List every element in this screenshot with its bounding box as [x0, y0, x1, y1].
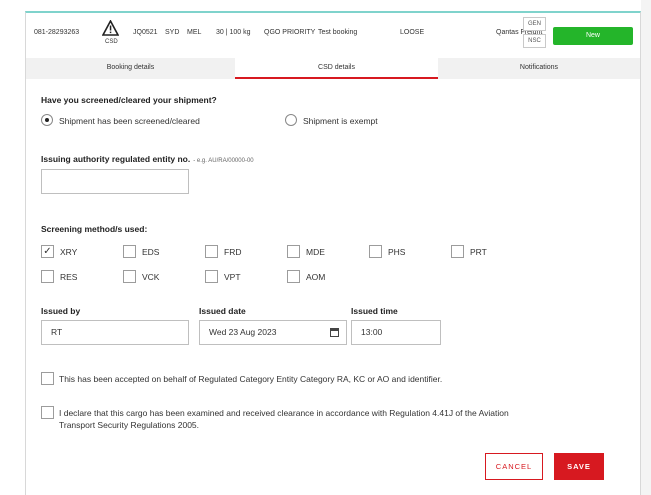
flight-number: JQ0521: [133, 29, 158, 36]
authority-number-input[interactable]: [41, 169, 189, 194]
origin: SYD: [165, 29, 180, 36]
awb-number: 081-28293263: [34, 29, 80, 36]
tab-notifications[interactable]: Notifications: [438, 58, 640, 79]
method-mde-label: MDE: [306, 247, 325, 257]
issued-time-input[interactable]: 13:00: [351, 320, 441, 345]
accepted-text: This has been accepted on behalf of Regu…: [59, 374, 443, 384]
method-eds-checkbox[interactable]: [123, 245, 136, 258]
method-res-checkbox[interactable]: [41, 270, 54, 283]
method-vpt-checkbox[interactable]: [205, 270, 218, 283]
method-vpt-label: VPT: [224, 272, 241, 282]
booking-panel: 081-28293263 CSD JQ0521 SYD MEL 30 | 100…: [25, 11, 641, 495]
booking-note: Test booking: [318, 29, 358, 36]
method-xry-label: XRY: [60, 247, 78, 257]
save-button[interactable]: SAVE: [554, 453, 604, 480]
declare-text-line2: Transport Security Regulations 2005.: [59, 420, 200, 430]
methods-label: Screening method/s used:: [41, 224, 148, 234]
screening-question: Have you screened/cleared your shipment?: [41, 95, 217, 105]
method-prt-checkbox[interactable]: [451, 245, 464, 258]
method-frd-checkbox[interactable]: [205, 245, 218, 258]
method-aom-checkbox[interactable]: [287, 270, 300, 283]
status-new-button[interactable]: New: [553, 27, 633, 45]
service-level: QGO PRIORITY: [264, 29, 316, 36]
method-aom-label: AOM: [306, 272, 326, 282]
weight: 30 | 100 kg: [216, 29, 251, 36]
method-frd-label: FRD: [224, 247, 242, 257]
issued-time-label: Issued time: [351, 306, 398, 316]
accepted-checkbox[interactable]: [41, 372, 54, 385]
method-vck-label: VCK: [142, 272, 160, 282]
radio-exempt-label[interactable]: Shipment is exempt: [303, 116, 378, 126]
tag-nsc: NSC: [523, 34, 546, 48]
method-mde-checkbox[interactable]: [287, 245, 300, 258]
method-eds-label: EDS: [142, 247, 160, 257]
destination: MEL: [187, 29, 202, 36]
issued-date-label: Issued date: [199, 306, 246, 316]
method-phs-checkbox[interactable]: [369, 245, 382, 258]
tab-csd-details[interactable]: CSD details: [235, 58, 438, 79]
method-res-label: RES: [60, 272, 78, 282]
issued-by-input[interactable]: RT: [41, 320, 189, 345]
csd-label: CSD: [105, 39, 118, 45]
method-phs-label: PHS: [388, 247, 406, 257]
method-vck-checkbox[interactable]: [123, 270, 136, 283]
radio-screened-label[interactable]: Shipment has been screened/cleared: [59, 116, 200, 126]
authority-label: Issuing authority regulated entity no. - …: [41, 154, 254, 164]
calendar-icon[interactable]: [330, 328, 339, 337]
declare-checkbox[interactable]: [41, 406, 54, 419]
cancel-button[interactable]: CANCEL: [485, 453, 543, 480]
radio-exempt[interactable]: [285, 114, 297, 126]
tab-booking-details[interactable]: Booking details: [26, 58, 235, 79]
tag-gen: GEN: [523, 17, 546, 31]
declare-text-line1: I declare that this cargo has been exami…: [59, 408, 509, 418]
method-prt-label: PRT: [470, 247, 487, 257]
issued-date-value: Wed 23 Aug 2023: [209, 327, 277, 337]
booking-header: 081-28293263 CSD JQ0521 SYD MEL 30 | 100…: [26, 13, 640, 54]
authority-hint: - e.g. AU/RA/00000-00: [193, 158, 254, 164]
packaging: LOOSE: [400, 29, 425, 36]
authority-label-text: Issuing authority regulated entity no.: [41, 154, 191, 164]
radio-screened[interactable]: [41, 114, 53, 126]
method-xry-checkbox[interactable]: ✓: [41, 245, 54, 258]
window-scrollbar-track[interactable]: [641, 0, 651, 495]
tab-bar: Booking details CSD details Notification…: [26, 58, 640, 79]
issued-date-input[interactable]: Wed 23 Aug 2023: [199, 320, 347, 345]
warning-triangle-icon: [102, 20, 119, 36]
issued-by-label: Issued by: [41, 306, 81, 316]
